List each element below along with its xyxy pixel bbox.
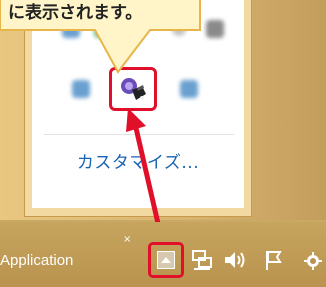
taskbar-app-label[interactable]: Application bbox=[0, 252, 73, 269]
show-hidden-icons-button[interactable] bbox=[148, 242, 184, 278]
volume-icon[interactable] bbox=[222, 248, 248, 272]
action-center-flag-icon[interactable] bbox=[262, 248, 286, 272]
close-icon[interactable]: × bbox=[123, 234, 131, 245]
network-icon[interactable] bbox=[190, 248, 214, 272]
chevron-up-icon bbox=[157, 251, 175, 269]
settings-gear-icon[interactable] bbox=[302, 250, 324, 272]
